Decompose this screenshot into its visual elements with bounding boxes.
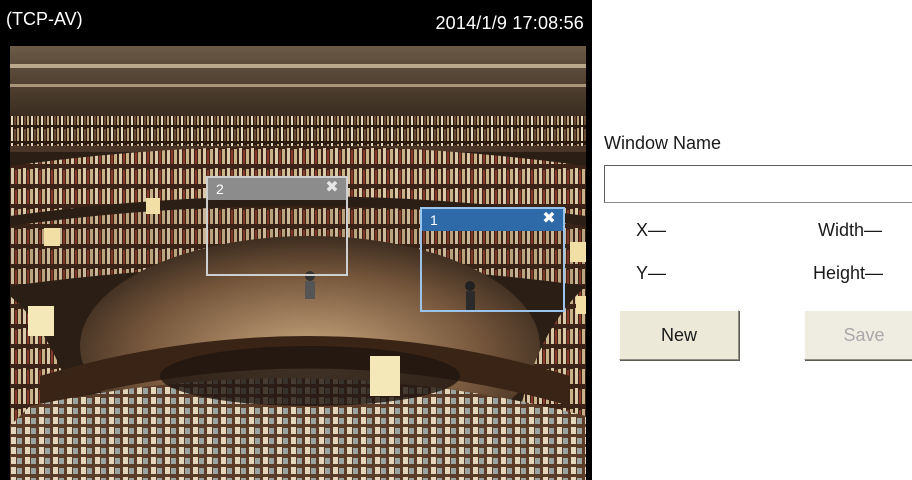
window-name-input[interactable] — [604, 165, 912, 203]
stream-mode-label: (TCP-AV) — [6, 9, 83, 29]
motion-window-1-label: 1 — [430, 212, 438, 228]
close-icon[interactable]: ✖ — [542, 210, 556, 228]
window-name-label: Window Name — [604, 133, 722, 153]
height-label: Height— — [813, 263, 884, 283]
timestamp: 2014/1/9 17:08:56 — [435, 13, 584, 33]
motion-window-1[interactable]: 1 ✖ — [420, 207, 565, 312]
width-label: Width— — [818, 220, 883, 240]
y-coordinate-label: Y— — [636, 263, 667, 283]
motion-window-2-title-bar[interactable]: 2 ✖ — [208, 178, 346, 200]
motion-window-2-label: 2 — [216, 181, 224, 197]
x-coordinate-label: X— — [636, 220, 667, 240]
motion-window-2[interactable]: 2 ✖ — [206, 176, 348, 276]
video-overlay-bar: (TCP-AV) 2014/1/9 17:08:56 — [0, 0, 592, 42]
motion-window-1-title-bar[interactable]: 1 ✖ — [422, 209, 563, 231]
save-button[interactable]: Save — [804, 310, 912, 360]
video-panel: (TCP-AV) 2014/1/9 17:08:56 2 ✖ 1 ✖ — [0, 0, 592, 480]
close-icon[interactable]: ✖ — [325, 179, 339, 197]
window-settings-panel: Window Name X— Width— Y— Height— New Sav… — [592, 0, 912, 480]
new-button[interactable]: New — [619, 310, 739, 360]
